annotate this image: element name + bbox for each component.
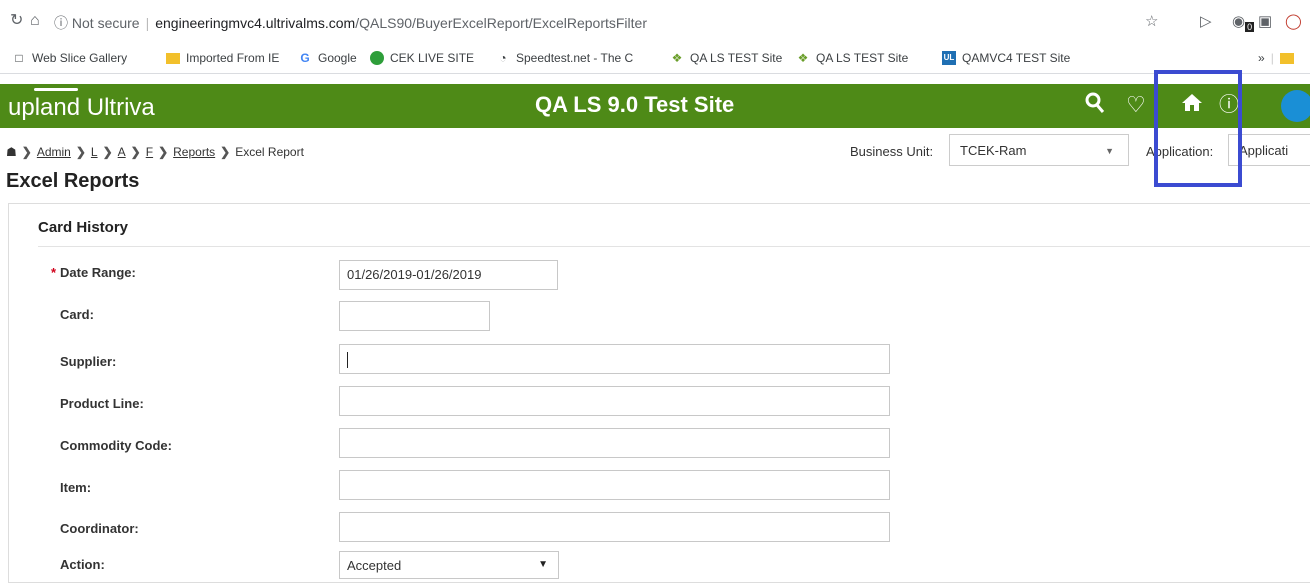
coordinator-input[interactable] [339, 512, 890, 542]
bookmark-imported-ie[interactable]: Imported From IE [166, 51, 279, 65]
google-icon: G [300, 51, 310, 65]
breadcrumb-admin[interactable]: Admin [37, 145, 71, 159]
card-title: Card History [38, 219, 129, 236]
card-label: Card: [60, 307, 94, 322]
bookmark-qa-ls-2[interactable]: ❖ QA LS TEST Site [796, 51, 909, 65]
diamond-icon: ❖ [797, 51, 809, 65]
bookmark-cek-live[interactable]: CEK LIVE SITE [370, 51, 474, 65]
item-label: Item: [60, 480, 92, 495]
not-secure-label: Not secure [71, 15, 140, 31]
coordinator-label: Coordinator: [60, 521, 139, 536]
more-chevron-icon: » [1258, 51, 1265, 65]
search-icon[interactable] [1085, 92, 1105, 120]
cek-icon [370, 51, 384, 65]
logo-swoosh [34, 88, 78, 91]
action-select[interactable]: Accepted ▼ [339, 551, 559, 579]
home-icon[interactable]: ☗ [6, 145, 17, 159]
bookmark-label: QA LS TEST Site [690, 51, 783, 65]
bookmark-label: Imported From IE [186, 51, 280, 65]
divider [38, 246, 1310, 247]
reload-icon[interactable]: ↻ [10, 12, 23, 30]
breadcrumb-collapsed-3[interactable]: F [146, 145, 153, 159]
star-icon[interactable]: ☆ [1145, 12, 1158, 30]
bookmark-label: CEK LIVE SITE [390, 51, 475, 65]
globe-icon[interactable] [1281, 90, 1310, 122]
bookmark-google[interactable]: G Google [298, 51, 357, 65]
breadcrumb: ☗ ❯ Admin ❯ L ❯ A ❯ F ❯ Reports ❯ Excel Report [6, 145, 304, 159]
url-path: /QALS90/BuyerExcelReport/ExcelReportsFil… [355, 15, 647, 31]
action-value: Accepted [347, 558, 402, 573]
business-unit-label: Business Unit: [850, 144, 934, 159]
bookmark-speedtest[interactable]: ◔ Speedtest.net - The C [496, 51, 633, 65]
application-value: Applicati [1239, 143, 1289, 158]
logo[interactable]: upland Ultriva [8, 94, 155, 122]
heart-icon[interactable]: ♡ [1126, 92, 1146, 118]
bookmarks-bar: □ Web Slice Gallery Imported From IE G Goo… [0, 44, 1310, 74]
pocket-icon[interactable]: ◯ [1285, 12, 1302, 30]
breadcrumb-collapsed-1[interactable]: L [91, 145, 98, 159]
extension-badge-icon[interactable]: ◉ 0 [1232, 12, 1255, 32]
page-icon: □ [15, 51, 23, 65]
app-header: upland Ultriva QA LS 9.0 Test Site ♡ ⓘ [0, 84, 1310, 128]
action-label: Action: [60, 557, 105, 572]
home-icon[interactable]: ⌂ [30, 12, 40, 30]
bookmark-label: Google [318, 51, 357, 65]
bookmark-qamvc4[interactable]: UL QAMVC4 TEST Site [942, 51, 1070, 65]
chevron-down-icon: ▼ [1105, 146, 1114, 156]
date-range-input[interactable]: 01/26/2019-01/26/2019 [339, 260, 558, 290]
product-line-label: Product Line: [60, 396, 144, 411]
bookmark-label: QA LS TEST Site [816, 51, 909, 65]
breadcrumb-current: Excel Report [235, 145, 304, 159]
site-title: QA LS 9.0 Test Site [535, 92, 735, 117]
product-line-input[interactable] [339, 386, 890, 416]
breadcrumb-reports[interactable]: Reports [173, 145, 215, 159]
bookmark-web-slice[interactable]: □ Web Slice Gallery [12, 51, 127, 65]
chevron-down-icon: ▼ [538, 559, 548, 570]
diamond-icon: ❖ [671, 51, 683, 65]
gauge-icon: ◔ [499, 51, 507, 65]
bookmark-label: QAMVC4 TEST Site [962, 51, 1071, 65]
folder-icon [166, 52, 180, 64]
text-cursor [347, 351, 348, 368]
ul-icon: UL [942, 51, 956, 65]
business-unit-value: TCEK-Ram [960, 143, 1027, 158]
business-unit-select[interactable]: TCEK-Ram ▼ [949, 134, 1129, 166]
url-bar[interactable]: ⓘ Not secure | engineeringmvc4.ultrivalms.… [54, 13, 647, 33]
item-input[interactable] [339, 470, 890, 500]
supplier-label: Supplier: [60, 354, 117, 369]
info-icon: ⓘ [54, 15, 68, 31]
extension-badge: 0 [1245, 22, 1255, 32]
folder-icon [1279, 52, 1294, 64]
browser-address-row: ↻ ⌂ ⓘ Not secure | engineeringmvc4.ultriva… [0, 0, 1310, 44]
commodity-code-input[interactable] [339, 428, 890, 458]
page-title: Excel Reports [6, 170, 140, 192]
commodity-code-label: Commodity Code: [60, 438, 172, 453]
supplier-input[interactable] [339, 344, 890, 374]
date-range-label: Date Range: [51, 265, 136, 280]
highlight-box [1154, 70, 1242, 187]
breadcrumb-collapsed-2[interactable]: A [118, 145, 126, 159]
bookmarks-more-button[interactable]: » | [1258, 51, 1294, 65]
bookmark-label: Speedtest.net - The C [516, 51, 634, 65]
card-input[interactable] [339, 301, 490, 331]
date-range-value: 01/26/2019-01/26/2019 [347, 267, 482, 282]
extension-icon[interactable]: ▷ [1200, 12, 1212, 30]
url-host: engineeringmvc4.ultrivalms.com [155, 15, 356, 31]
extension-icon-2[interactable]: ▣ [1258, 12, 1272, 30]
bookmark-qa-ls-1[interactable]: ❖ QA LS TEST Site [670, 51, 783, 65]
bookmark-label: Web Slice Gallery [32, 51, 128, 65]
